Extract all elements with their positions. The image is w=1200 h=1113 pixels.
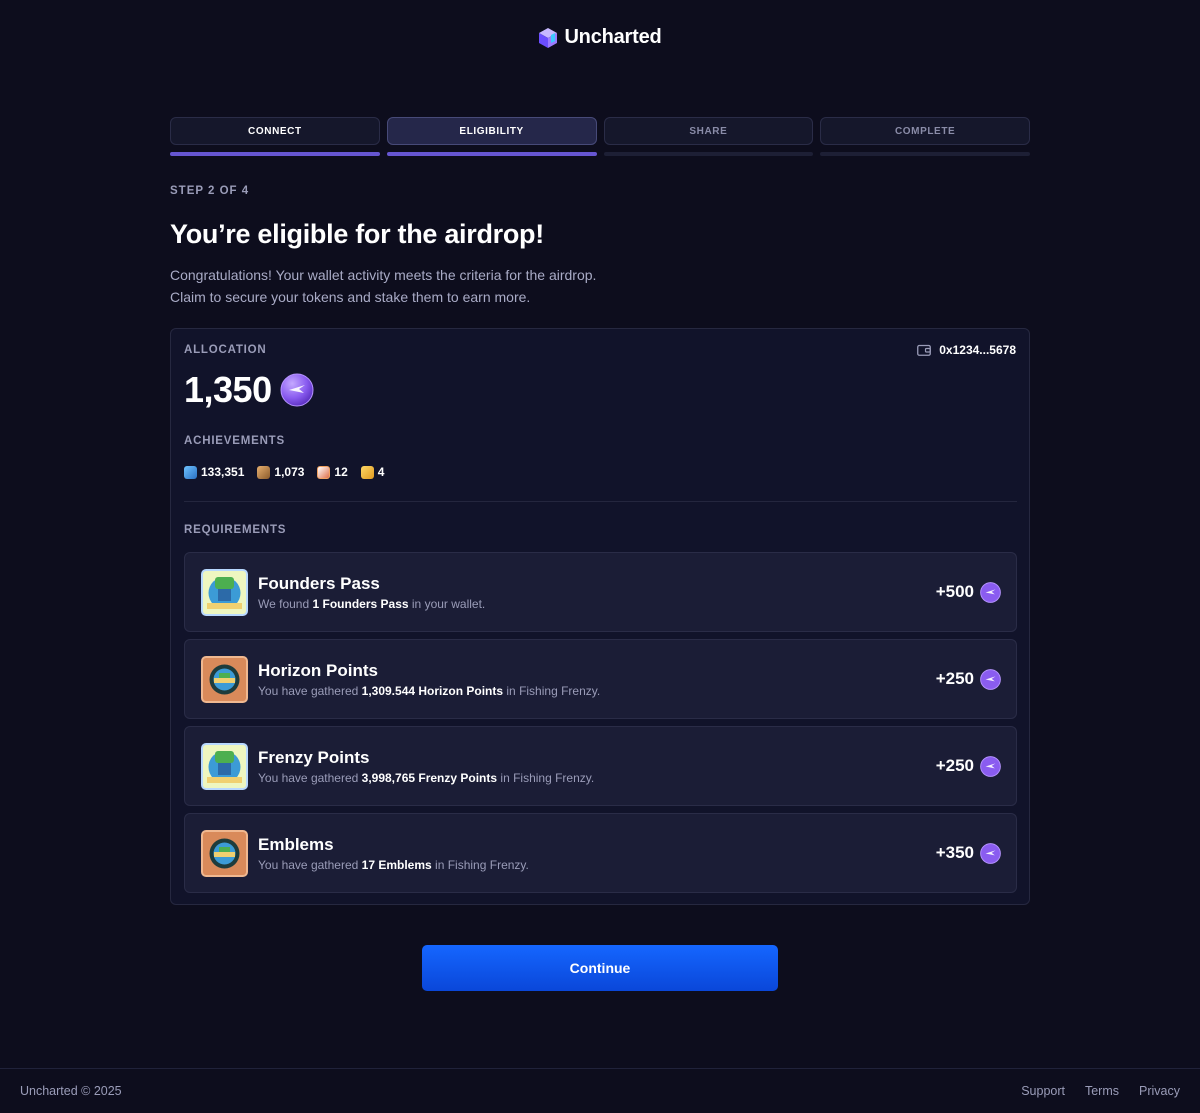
step-connect[interactable]: CONNECT (170, 117, 380, 156)
requirement-item: Frenzy Points You have gathered 3,998,76… (184, 726, 1017, 806)
allocation-label: ALLOCATION (184, 344, 267, 356)
requirement-text: Frenzy Points You have gathered 3,998,76… (258, 747, 936, 785)
step-eligibility[interactable]: ELIGIBILITY (386, 117, 597, 156)
requirement-text: Horizon Points You have gathered 1,309.5… (258, 660, 936, 698)
step-progress-bar (386, 152, 597, 156)
token-icon (980, 755, 1001, 777)
step-share-label[interactable]: SHARE (603, 117, 814, 145)
requirements-list: Founders Pass We found 1 Founders Pass i… (184, 552, 1017, 893)
horizon-points-thumbnail (201, 655, 248, 703)
page-title: You’re eligible for the airdrop! (170, 219, 544, 249)
frenzy-points-thumbnail (201, 742, 248, 790)
allocation-amount: 1,350 (184, 369, 314, 411)
requirement-item: Founders Pass We found 1 Founders Pass i… (184, 552, 1017, 632)
requirement-description: We found 1 Founders Pass in your wallet. (258, 597, 486, 611)
allocation-value: 1,350 (184, 369, 272, 410)
requirement-reward: +250 (935, 755, 1001, 777)
achievements-list: 133,351 1,073 12 4 (184, 465, 384, 479)
achievement-value: 4 (377, 465, 385, 479)
brand-name[interactable]: Uncharted (564, 26, 661, 49)
step-share[interactable]: SHARE (603, 117, 814, 156)
stepper: CONNECT ELIGIBILITY SHARE COMPLETE (170, 117, 1030, 156)
wallet-icon (917, 344, 932, 356)
token-icon (280, 373, 314, 407)
achievement-item: 1,073 (257, 465, 304, 479)
allocation-card: ALLOCATION 0x1234...5678 1,350 ACHIEVEME… (170, 328, 1030, 905)
page: Uncharted CONNECT ELIGIBILITY SHARE COMP… (0, 0, 1200, 1113)
achievement-value: 1,073 (274, 465, 305, 479)
token-icon (980, 668, 1001, 690)
founders-pass-thumbnail (201, 568, 248, 616)
token-icon (980, 581, 1001, 603)
step-complete[interactable]: COMPLETE (820, 117, 1030, 156)
requirement-text: Founders Pass We found 1 Founders Pass i… (258, 573, 936, 611)
reward-value: +350 (935, 843, 974, 862)
step-eligibility-label[interactable]: ELIGIBILITY (386, 117, 597, 145)
step-connect-label[interactable]: CONNECT (170, 117, 380, 145)
footer: Uncharted © 2025 Support Terms Privacy (0, 1068, 1200, 1113)
wallet-address-text: 0x1234...5678 (939, 343, 1016, 357)
requirement-description: You have gathered 1,309.544 Horizon Poin… (258, 684, 601, 698)
requirement-text: Emblems You have gathered 17 Emblems in … (258, 834, 936, 872)
requirement-item: Horizon Points You have gathered 1,309.5… (184, 639, 1017, 719)
token-icon (980, 842, 1001, 864)
card-icon (317, 465, 331, 479)
achievement-item: 133,351 (184, 465, 244, 479)
footer-link-support[interactable]: Support (1021, 1084, 1065, 1098)
footer-link-terms[interactable]: Terms (1085, 1084, 1119, 1098)
requirements-label: REQUIREMENTS (184, 524, 287, 536)
requirement-description: You have gathered 17 Emblems in Fishing … (258, 858, 529, 872)
medal-icon (360, 465, 374, 479)
requirement-title: Emblems (258, 835, 334, 854)
requirement-item: Emblems You have gathered 17 Emblems in … (184, 813, 1017, 893)
achievement-item: 12 (317, 465, 348, 479)
wallet-address[interactable]: 0x1234...5678 (917, 343, 1016, 357)
requirement-title: Frenzy Points (258, 748, 370, 767)
step-complete-label[interactable]: COMPLETE (820, 117, 1030, 145)
achievement-value: 12 (334, 465, 348, 479)
page-subtitle: Congratulations! Your wallet activity me… (170, 264, 730, 308)
achievement-value: 133,351 (201, 465, 245, 479)
cube-logo-icon (539, 27, 558, 48)
requirement-reward: +500 (935, 581, 1001, 603)
subtitle-line: Congratulations! Your wallet activity me… (170, 267, 597, 283)
requirement-reward: +350 (935, 842, 1001, 864)
requirement-title: Founders Pass (258, 574, 380, 593)
reward-value: +250 (935, 669, 974, 688)
step-progress-bar (603, 152, 814, 156)
chest-icon (257, 465, 271, 479)
fish-icon (184, 465, 197, 479)
requirement-description: You have gathered 3,998,765 Frenzy Point… (258, 771, 595, 785)
requirement-reward: +250 (935, 668, 1001, 690)
header: Uncharted (0, 26, 1200, 49)
step-counter: STEP 2 OF 4 (170, 185, 250, 197)
footer-links: Support Terms Privacy (1021, 1084, 1180, 1098)
achievement-item: 4 (360, 465, 385, 479)
continue-button[interactable]: Continue (422, 945, 778, 991)
subtitle-line: Claim to secure your tokens and stake th… (170, 289, 531, 305)
reward-value: +250 (935, 756, 974, 775)
reward-value: +500 (935, 582, 974, 601)
achievements-label: ACHIEVEMENTS (184, 435, 285, 447)
footer-copyright: Uncharted © 2025 (20, 1084, 122, 1098)
requirement-title: Horizon Points (258, 661, 378, 680)
step-progress-bar (170, 152, 380, 156)
emblems-thumbnail (201, 829, 248, 877)
footer-link-privacy[interactable]: Privacy (1139, 1084, 1180, 1098)
divider (184, 501, 1017, 502)
step-progress-bar (820, 152, 1030, 156)
